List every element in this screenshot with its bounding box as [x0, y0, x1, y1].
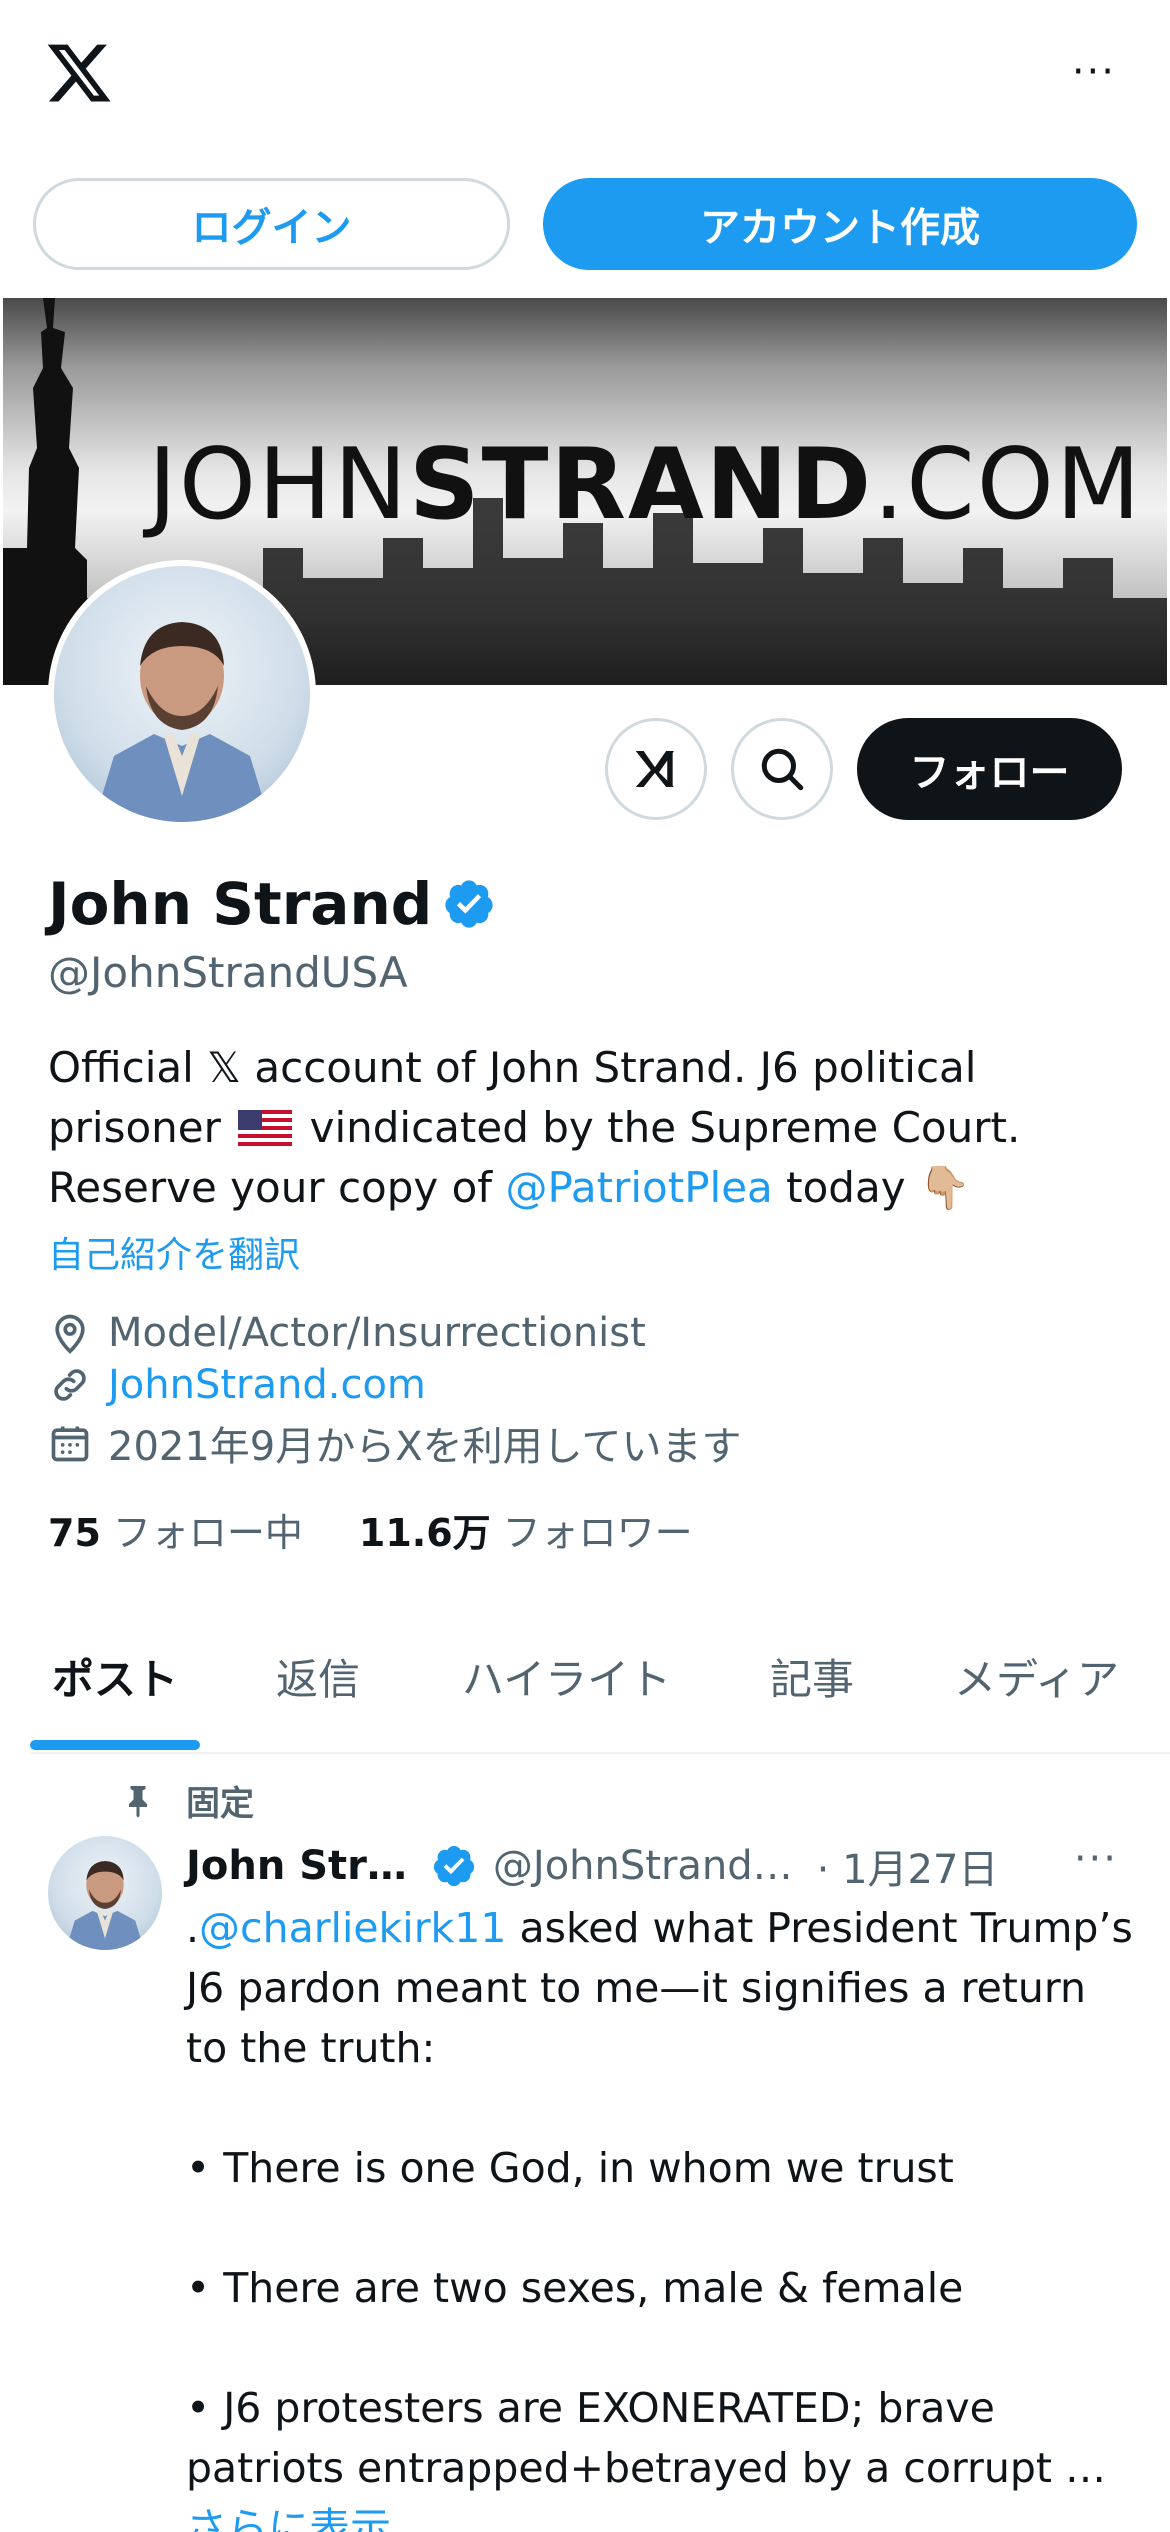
profile-joined: 2021年9月からXを利用しています: [48, 1414, 741, 1472]
patriot-plea-link[interactable]: @PatriotPlea: [505, 1163, 772, 1212]
top-bar: ···: [0, 0, 1170, 150]
bio-line: Reserve your copy of @PatriotPlea today …: [48, 1163, 972, 1212]
us-flag-icon: [238, 1110, 293, 1146]
post-date[interactable]: · 1月27日: [817, 1837, 999, 1895]
post-author-handle[interactable]: @JohnStrand…: [493, 1843, 793, 1889]
translate-bio-link[interactable]: 自己紹介を翻訳: [48, 1226, 300, 1278]
auth-buttons: ログイン アカウント作成: [33, 178, 1137, 270]
follow-stats: 75 フォロー中 11.6万 フォロワー: [48, 1502, 693, 1557]
search-button[interactable]: [731, 718, 833, 820]
post-line: patriots entrapped+betrayed by a corrupt…: [186, 2444, 1107, 2492]
x-logo-icon[interactable]: [44, 38, 114, 108]
mention-link[interactable]: @charliekirk11: [199, 1904, 506, 1952]
post-line: • J6 protesters are EXONERATED; brave: [186, 2384, 995, 2432]
pointing-down-emoji: 👇🏼: [918, 1163, 972, 1212]
tab-articles[interactable]: 記事: [770, 1646, 854, 1707]
followers-stat[interactable]: 11.6万 フォロワー: [359, 1502, 693, 1557]
login-button[interactable]: ログイン: [33, 178, 510, 270]
profile-location: Model/Actor/Insurrectionist: [48, 1310, 646, 1356]
display-name: John Strand: [48, 870, 433, 938]
post-line: • There are two sexes, male & female: [186, 2264, 964, 2312]
post-avatar[interactable]: [48, 1836, 162, 1950]
tab-replies[interactable]: 返信: [276, 1646, 360, 1707]
post-line: J6 pardon meant to me—it signifies a ret…: [186, 1964, 1086, 2012]
post-header: John Str… @JohnStrand… · 1月27日 ···: [186, 1836, 1146, 1896]
profile-tabs: ポスト 返信 ハイライト 記事 メディア: [30, 1620, 1170, 1754]
tab-media[interactable]: メディア: [954, 1646, 1119, 1707]
profile-handle: @JohnStrandUSA: [48, 948, 408, 997]
avatar: [54, 566, 310, 822]
post-more-icon[interactable]: ···: [1074, 1836, 1118, 1882]
profile-avatar[interactable]: [48, 560, 316, 828]
profile-website[interactable]: JohnStrand.com: [48, 1362, 426, 1408]
bio-line: Official 𝕏 account of John Strand. J6 po…: [48, 1043, 977, 1092]
post-line: • There is one God, in whom we trust: [186, 2144, 954, 2192]
post-line: to the truth:: [186, 2024, 436, 2072]
following-stat[interactable]: 75 フォロー中: [48, 1502, 303, 1557]
more-options-icon[interactable]: ···: [1072, 52, 1116, 92]
post-body[interactable]: .@charliekirk11 asked what President Tru…: [186, 1898, 1146, 2532]
profile-name-row: John Strand: [48, 870, 496, 938]
follow-button[interactable]: フォロー: [857, 718, 1122, 820]
active-tab-indicator: [30, 1740, 200, 1750]
post-line: .@charliekirk11 asked what President Tru…: [186, 1904, 1133, 1952]
bio-line: prisoner vindicated by the Supreme Court…: [48, 1103, 1021, 1152]
verified-badge-icon[interactable]: [442, 877, 496, 931]
tab-highlights[interactable]: ハイライト: [462, 1646, 671, 1707]
show-more-link[interactable]: さらに表示: [186, 2498, 1146, 2532]
location-pin-icon: [55, 1314, 85, 1354]
pinned-label: 固定: [120, 1776, 254, 1825]
calendar-icon: [51, 1426, 89, 1462]
search-icon: [761, 748, 804, 791]
grok-icon: [635, 751, 674, 787]
tab-posts[interactable]: ポスト: [52, 1646, 178, 1707]
link-icon: [54, 1369, 86, 1401]
signup-button[interactable]: アカウント作成: [543, 178, 1137, 270]
grok-button[interactable]: [605, 718, 707, 820]
banner-text: JOHNSTRAND.COM: [148, 428, 1143, 542]
website-link[interactable]: JohnStrand.com: [108, 1362, 426, 1408]
verified-badge-icon: [433, 1845, 475, 1887]
pin-icon: [129, 1785, 147, 1817]
profile-bio: Official 𝕏 account of John Strand. J6 po…: [48, 1038, 1128, 1218]
post-author-name[interactable]: John Str…: [186, 1843, 407, 1889]
